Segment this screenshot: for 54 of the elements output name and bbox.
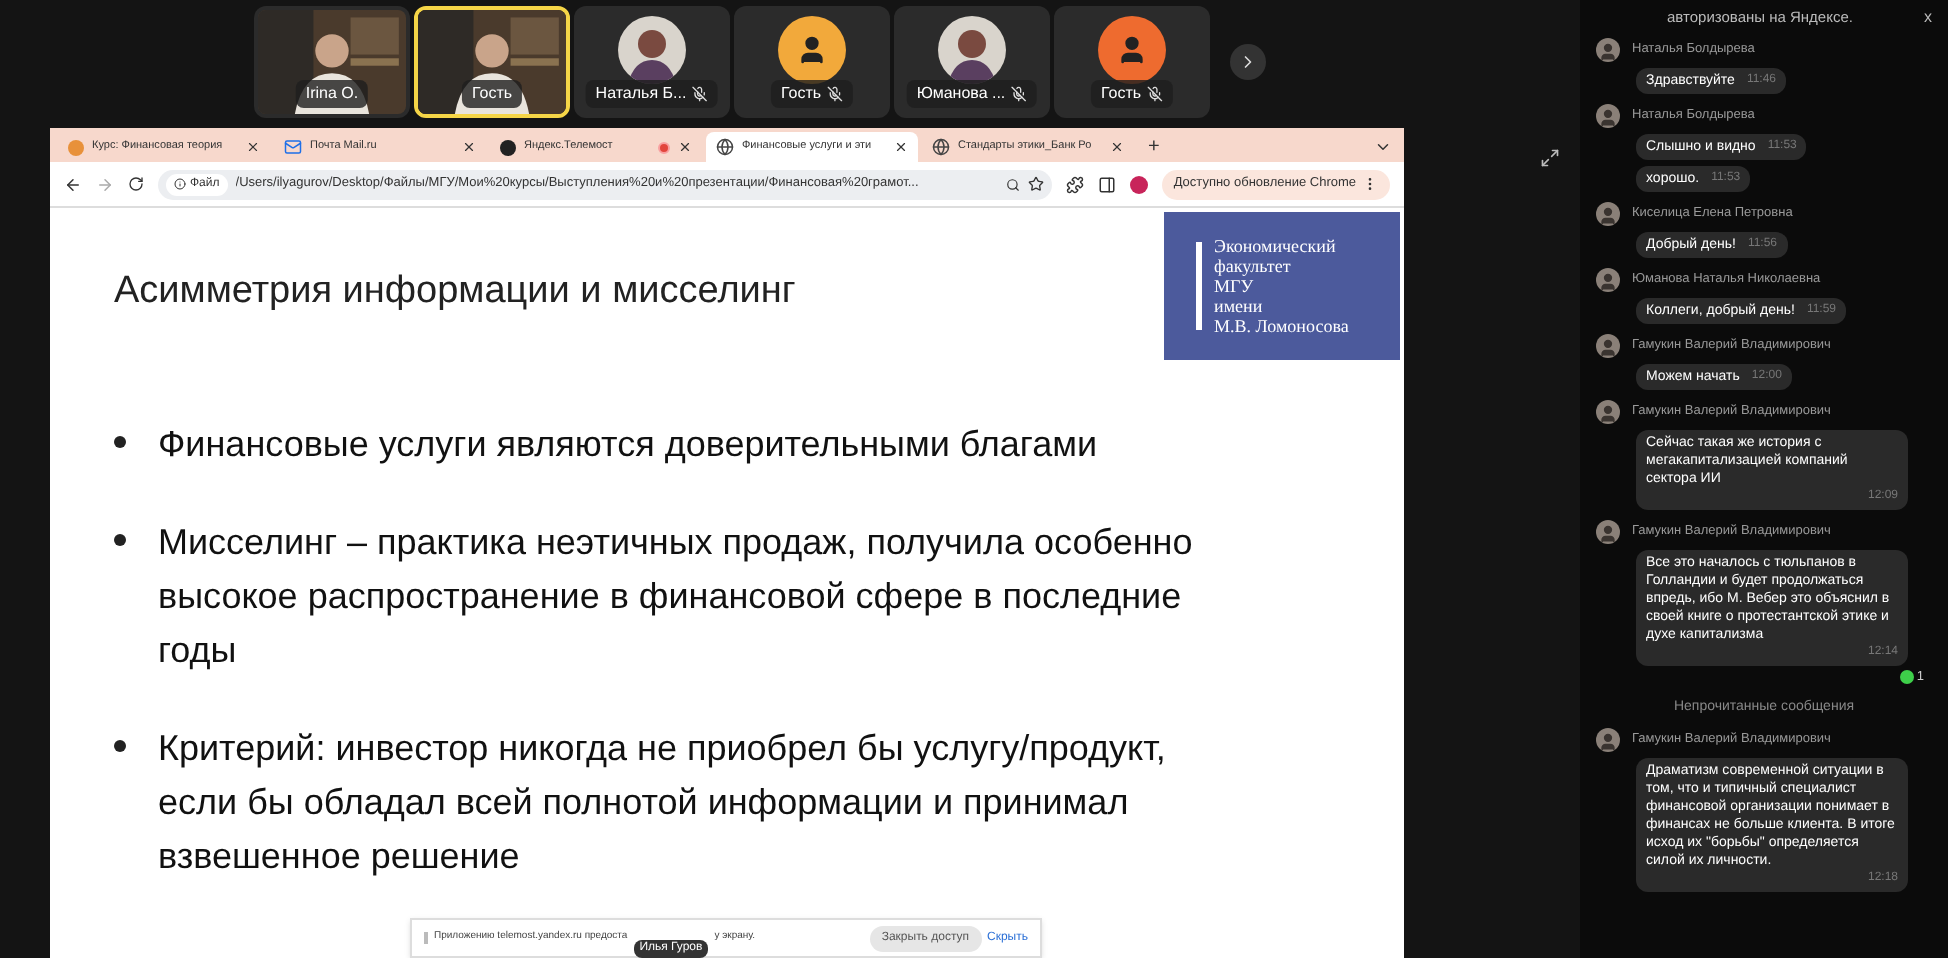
fullscreen-icon[interactable] bbox=[1540, 148, 1560, 168]
participant-name: Юманова ... bbox=[916, 82, 1006, 106]
participant-tile[interactable]: Гость bbox=[734, 6, 890, 118]
new-tab-button[interactable]: + bbox=[1138, 132, 1170, 162]
slide-title: Асимметрия информации и мисселинг bbox=[114, 268, 796, 316]
tab-search-icon[interactable] bbox=[1374, 138, 1392, 156]
logo-text: МГУ bbox=[1214, 276, 1256, 296]
participant-tile[interactable]: Наталья Б... bbox=[574, 6, 730, 118]
avatar-icon bbox=[1596, 104, 1620, 128]
profile-avatar[interactable] bbox=[1129, 175, 1148, 193]
logo-text: М.В. Ломоносова bbox=[1214, 316, 1349, 336]
participant-tile[interactable]: Гость bbox=[414, 6, 570, 118]
puzzle-icon[interactable] bbox=[1065, 175, 1084, 193]
globe-icon bbox=[716, 138, 734, 156]
participant-name: Гость bbox=[780, 82, 822, 106]
avatar-icon bbox=[1596, 520, 1620, 544]
sidebar-icon[interactable] bbox=[1097, 175, 1116, 193]
close-icon[interactable] bbox=[462, 140, 476, 154]
participant-name: Наталья Б... bbox=[595, 82, 687, 106]
bullet-icon bbox=[114, 533, 126, 545]
bullet-text: Критерий: инвестор никогда не приобрел бы услугу/продукт, если бы обладал всей полнотой информации и принимал взвешенное решение bbox=[158, 725, 1168, 880]
avatar-icon bbox=[1596, 268, 1620, 292]
zoom-icon[interactable] bbox=[1005, 177, 1020, 191]
logo-bar-icon bbox=[1196, 242, 1202, 330]
logo-text: факультет bbox=[1214, 256, 1293, 276]
participant-name: Гость bbox=[1100, 82, 1142, 106]
avatar-icon bbox=[1596, 400, 1620, 424]
participant-name: Irina O. bbox=[305, 82, 359, 106]
logo-text: имени bbox=[1214, 296, 1265, 316]
info-icon bbox=[174, 178, 186, 190]
avatar-icon bbox=[1596, 38, 1620, 62]
bullet-icon bbox=[114, 739, 126, 751]
reload-icon[interactable] bbox=[128, 176, 144, 192]
participant-tile[interactable]: Гость bbox=[1054, 6, 1210, 118]
star-icon[interactable] bbox=[1027, 176, 1044, 192]
avatar-icon bbox=[1596, 728, 1620, 753]
bullet-text: Мисселинг – практика неэтичных продаж, получила особенно высокое распространение в финансовой сфере в последние годы bbox=[158, 519, 1195, 674]
close-button[interactable]: x bbox=[1924, 6, 1932, 30]
avatar-icon bbox=[1596, 202, 1620, 226]
close-icon[interactable] bbox=[894, 140, 908, 154]
bullet-text: Финансовые услуги являются доверительными благами bbox=[158, 421, 1098, 468]
logo-text: Экономический bbox=[1214, 236, 1338, 256]
close-icon[interactable] bbox=[678, 140, 692, 154]
close-icon[interactable] bbox=[1110, 140, 1124, 154]
participant-name: Гость bbox=[471, 82, 513, 106]
avatar-icon bbox=[1596, 334, 1620, 358]
participant-tile[interactable]: Irina O. bbox=[254, 6, 410, 118]
participant-tile[interactable]: Юманова ... bbox=[894, 6, 1050, 118]
globe-icon bbox=[932, 138, 950, 156]
reaction-icon bbox=[1900, 670, 1915, 685]
mail-icon bbox=[284, 138, 302, 156]
close-icon[interactable] bbox=[246, 140, 260, 154]
bullet-icon bbox=[114, 435, 126, 447]
back-icon[interactable] bbox=[64, 175, 82, 193]
